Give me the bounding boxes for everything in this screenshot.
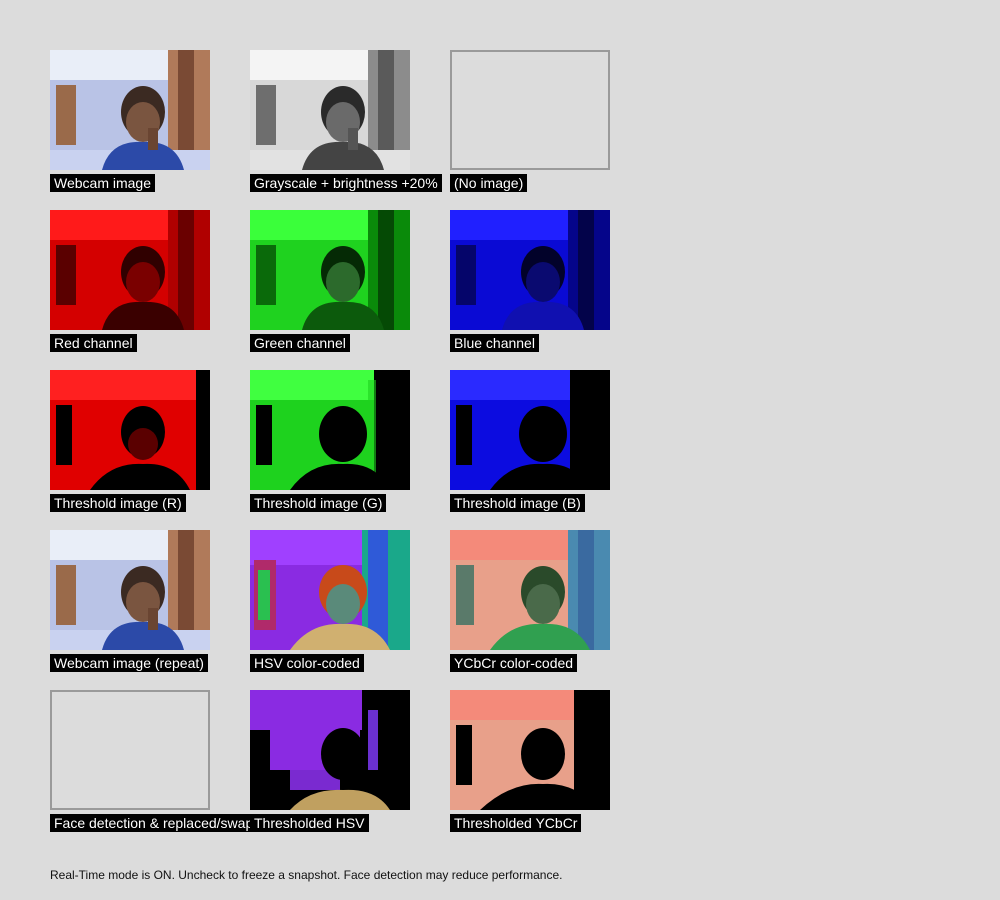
hsv-image (250, 530, 410, 650)
image-grid: Webcam image Grayscale + brightness +20%… (50, 50, 610, 832)
tile-green-channel: Green channel (250, 210, 410, 352)
tile-hsv: HSV color-coded (250, 530, 410, 672)
tile-caption: HSV color-coded (250, 654, 364, 672)
tile-threshold-r: Threshold image (R) (50, 370, 210, 512)
grayscale-image (250, 50, 410, 170)
blue-channel-image (450, 210, 610, 330)
webcam-image (50, 50, 210, 170)
tile-caption: Threshold image (G) (250, 494, 387, 512)
red-channel-image (50, 210, 210, 330)
tile-caption: YCbCr color-coded (450, 654, 578, 672)
tile-thresholded-ycbcr: Thresholded YCbCr (450, 690, 610, 832)
tile-red-channel: Red channel (50, 210, 210, 352)
empty-image-placeholder (450, 50, 610, 170)
ycbcr-image (450, 530, 610, 650)
threshold-red-image (50, 370, 210, 490)
tile-webcam: Webcam image (50, 50, 210, 192)
tile-caption: Threshold image (B) (450, 494, 585, 512)
tile-caption: Grayscale + brightness +20% (250, 174, 442, 192)
tile-caption: Webcam image (50, 174, 156, 192)
empty-image-placeholder (50, 690, 210, 810)
tile-caption: Webcam image (repeat) (50, 654, 208, 672)
thresholded-ycbcr-image (450, 690, 610, 810)
thresholded-hsv-image (250, 690, 410, 810)
tile-caption: Threshold image (R) (50, 494, 186, 512)
tile-caption: Thresholded HSV (250, 814, 369, 832)
tile-ycbcr: YCbCr color-coded (450, 530, 610, 672)
tile-threshold-g: Threshold image (G) (250, 370, 410, 512)
tile-threshold-b: Threshold image (B) (450, 370, 610, 512)
status-footnote: Real-Time mode is ON. Uncheck to freeze … (50, 868, 563, 882)
green-channel-image (250, 210, 410, 330)
tile-caption: (No image) (450, 174, 528, 192)
tile-webcam-repeat: Webcam image (repeat) (50, 530, 210, 672)
tile-face-detection: Face detection & replaced/swapped (50, 690, 250, 832)
webcam-image-repeat (50, 530, 210, 650)
tile-caption: Face detection & replaced/swapped (50, 814, 250, 832)
tile-thresholded-hsv: Thresholded HSV (250, 690, 410, 832)
tile-no-image: (No image) (450, 50, 610, 192)
tile-caption: Red channel (50, 334, 137, 352)
tile-caption: Thresholded YCbCr (450, 814, 582, 832)
tile-grayscale: Grayscale + brightness +20% (250, 50, 442, 192)
threshold-green-image (250, 370, 410, 490)
tile-blue-channel: Blue channel (450, 210, 610, 352)
threshold-blue-image (450, 370, 610, 490)
tile-caption: Green channel (250, 334, 350, 352)
tile-caption: Blue channel (450, 334, 539, 352)
